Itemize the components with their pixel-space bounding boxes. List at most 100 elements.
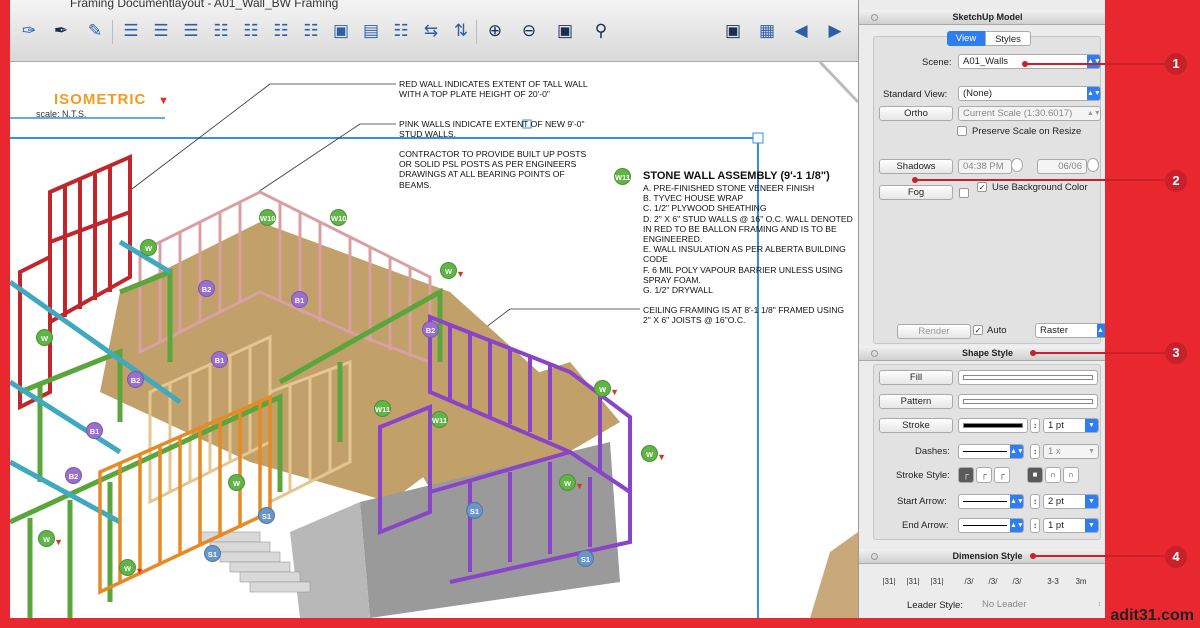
align-top-icon[interactable]: ☷ bbox=[210, 20, 232, 42]
start-arrow-size-select[interactable]: 2 pt ▼ bbox=[1043, 494, 1099, 509]
dim-units-icon[interactable]: 3m bbox=[1071, 574, 1091, 589]
dim-align-start-icon[interactable]: |31| bbox=[879, 574, 899, 589]
shadow-date-field[interactable]: 06/06 bbox=[1037, 159, 1087, 174]
red-marker-icon: ▼ bbox=[135, 566, 144, 576]
align-right-icon[interactable]: ☰ bbox=[180, 20, 202, 42]
dash-scale-stepper[interactable]: ↕ bbox=[1030, 444, 1040, 459]
stroke-color-well[interactable] bbox=[958, 418, 1028, 433]
dim-align-center-icon[interactable]: |31| bbox=[903, 574, 923, 589]
cap-round-icon[interactable]: ┌ bbox=[976, 467, 992, 483]
center-object-icon[interactable]: ▣ bbox=[330, 20, 352, 42]
callout-line bbox=[1033, 352, 1165, 354]
flip-horizontal-icon[interactable]: ⇆ bbox=[420, 20, 442, 42]
dash-scale-select[interactable]: 1 x ▼ bbox=[1043, 444, 1099, 459]
add-page-icon[interactable]: ▦ bbox=[756, 20, 778, 42]
auto-render-checkbox[interactable]: ✓ bbox=[973, 325, 983, 335]
wall-tag-label: W bbox=[42, 535, 51, 544]
join-bevel-icon[interactable]: ∩ bbox=[1063, 467, 1079, 483]
preserve-scale-checkbox[interactable] bbox=[957, 126, 967, 136]
scale-select[interactable]: Current Scale (1:30.6017) ▲▼ bbox=[958, 106, 1101, 121]
panel-collapse-icon[interactable] bbox=[871, 350, 878, 357]
join-round-icon[interactable]: ∩ bbox=[1045, 467, 1061, 483]
dashes-select[interactable]: ▲▼ bbox=[958, 444, 1024, 459]
shadow-date-knob[interactable] bbox=[1087, 158, 1099, 172]
start-arrow-stepper[interactable]: ↕ bbox=[1030, 494, 1040, 509]
fill-button[interactable]: Fill bbox=[879, 370, 953, 385]
end-arrow-select[interactable]: ▲▼ bbox=[958, 518, 1024, 533]
cap-square-icon[interactable]: ┌ bbox=[994, 467, 1010, 483]
chevron-down-icon: ▼ bbox=[1085, 419, 1098, 432]
pattern-button[interactable]: Pattern bbox=[879, 394, 953, 409]
sketchup-model-header[interactable]: SketchUp Model bbox=[859, 10, 1105, 25]
drawing-canvas[interactable]: ISOMETRIC ▼ scale: N.T.S. RED WALL INDIC… bbox=[10, 62, 858, 618]
dim-offset-icon[interactable]: 3-3 bbox=[1043, 574, 1063, 589]
beam-tag: B2 bbox=[127, 371, 144, 388]
shadows-button[interactable]: Shadows bbox=[879, 159, 953, 174]
standard-view-select[interactable]: (None) ▲▼ bbox=[958, 86, 1101, 101]
dim-text-above-icon[interactable]: /3/ bbox=[959, 574, 979, 589]
eyedropper-icon[interactable]: ✑ bbox=[18, 20, 40, 42]
wall-tag-label: W bbox=[444, 267, 453, 276]
stair-tag: S1 bbox=[466, 502, 483, 519]
align-middle-icon[interactable]: ☷ bbox=[240, 20, 262, 42]
chevron-updown-icon: ▲▼ bbox=[1087, 87, 1100, 100]
stroke-stepper[interactable]: ↕ bbox=[1030, 418, 1040, 433]
start-arrow-select[interactable]: ▲▼ bbox=[958, 494, 1024, 509]
flip-vertical-icon[interactable]: ⇅ bbox=[450, 20, 472, 42]
stone-wall-item: B. TYVEC HOUSE WRAP bbox=[643, 193, 744, 204]
wall-tag: W ▼ bbox=[38, 530, 63, 547]
panel-collapse-icon[interactable] bbox=[871, 14, 878, 21]
tab-styles[interactable]: Styles bbox=[985, 31, 1031, 46]
cap-flat-icon[interactable]: ┌ bbox=[958, 467, 974, 483]
scene-select[interactable]: A01_Walls ▲▼ bbox=[958, 54, 1101, 69]
align-left-icon[interactable]: ☰ bbox=[120, 20, 142, 42]
stroke-button[interactable]: Stroke bbox=[879, 418, 953, 433]
distribute-vertical-icon[interactable]: ☷ bbox=[390, 20, 412, 42]
ortho-button[interactable]: Ortho bbox=[879, 106, 953, 121]
drawing-title: ISOMETRIC bbox=[54, 91, 147, 108]
use-background-checkbox[interactable]: ✓ bbox=[977, 182, 987, 192]
previous-page-icon[interactable]: ◀ bbox=[790, 20, 812, 42]
fit-page-icon[interactable]: ▤ bbox=[360, 20, 382, 42]
chevron-updown-icon: ▲▼ bbox=[1010, 495, 1023, 508]
dimension-style-title: Dimension Style bbox=[952, 551, 1023, 561]
start-arrow-size-value: 2 pt bbox=[1048, 496, 1064, 507]
panel-collapse-icon[interactable] bbox=[871, 553, 878, 560]
join-miter-icon[interactable]: ■ bbox=[1027, 467, 1043, 483]
shadow-time-knob[interactable] bbox=[1011, 158, 1023, 172]
leader-style-select[interactable]: No Leader ↕ bbox=[978, 598, 1105, 613]
red-marker-icon: ▼ bbox=[657, 452, 666, 462]
end-arrow-stepper[interactable]: ↕ bbox=[1030, 518, 1040, 533]
dim-text-below-icon[interactable]: /3/ bbox=[1007, 574, 1027, 589]
end-arrow-size-select[interactable]: 1 pt ▼ bbox=[1043, 518, 1099, 533]
render-button[interactable]: Render bbox=[897, 324, 971, 339]
dim-text-center-icon[interactable]: /3/ bbox=[983, 574, 1003, 589]
zoom-in-icon[interactable]: ⊕ bbox=[484, 20, 506, 42]
tab-view[interactable]: View bbox=[947, 31, 985, 46]
wall-tag: W10 bbox=[330, 209, 347, 226]
inspector-panel: SketchUp Model View Styles Scene: A01_Wa… bbox=[858, 0, 1105, 618]
zoom-find-icon[interactable]: ⚲ bbox=[590, 20, 612, 42]
next-page-icon[interactable]: ▶ bbox=[824, 20, 846, 42]
render-mode-select[interactable]: Raster ▲▼ bbox=[1035, 323, 1105, 338]
zoom-fit-icon[interactable]: ▣ bbox=[554, 20, 576, 42]
align-bottom-icon[interactable]: ☷ bbox=[270, 20, 292, 42]
presentation-icon[interactable]: ▣ bbox=[722, 20, 744, 42]
wall-tag-label: W bbox=[598, 385, 607, 394]
dim-align-end-icon[interactable]: |31| bbox=[927, 574, 947, 589]
stone-wall-item: D. 2" X 6" STUD WALLS @ 16" O.C. WALL DE… bbox=[643, 213, 853, 245]
fog-button[interactable]: Fog bbox=[879, 185, 953, 200]
pen-tool-icon[interactable]: ✒ bbox=[50, 20, 72, 42]
isometric-framing-drawing bbox=[10, 62, 858, 618]
wall-tag: W10 bbox=[259, 209, 276, 226]
zoom-out-icon[interactable]: ⊖ bbox=[518, 20, 540, 42]
stair-tag: S1 bbox=[577, 550, 594, 567]
shadow-time-field[interactable]: 04:38 PM bbox=[958, 159, 1012, 174]
align-center-icon[interactable]: ☰ bbox=[150, 20, 172, 42]
stroke-width-select[interactable]: 1 pt ▼ bbox=[1043, 418, 1099, 433]
eraser-icon[interactable]: ✎ bbox=[84, 20, 106, 42]
fog-color-well[interactable] bbox=[959, 188, 969, 198]
fill-color-well[interactable] bbox=[958, 370, 1098, 385]
distribute-horizontal-icon[interactable]: ☷ bbox=[300, 20, 322, 42]
pattern-well[interactable] bbox=[958, 394, 1098, 409]
